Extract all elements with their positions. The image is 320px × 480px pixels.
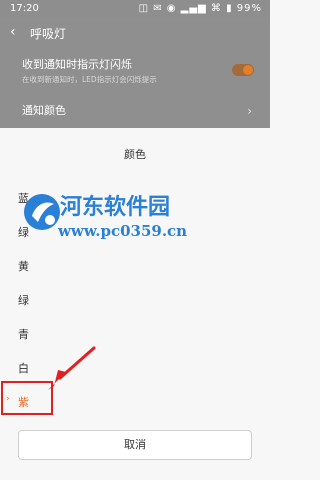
color-item-label: 白 bbox=[18, 362, 29, 375]
sheet-title: 颜色 bbox=[124, 148, 146, 161]
status-icons: ◫ ✉ ◉ ▂▄▆ ⌘ ▮ 99% bbox=[138, 3, 262, 14]
notification-color-label: 通知颜色 bbox=[22, 104, 66, 117]
title-bar: ‹ 呼吸灯 bbox=[0, 18, 270, 48]
back-icon[interactable]: ‹ bbox=[10, 24, 16, 40]
color-item-white[interactable]: 白 bbox=[0, 350, 270, 384]
color-item-cyan[interactable]: 青 bbox=[0, 316, 270, 350]
page-title: 呼吸灯 bbox=[30, 27, 67, 41]
watermark-title: 河东软件园 bbox=[60, 195, 171, 220]
notification-color-row[interactable]: 通知颜色 › bbox=[0, 98, 270, 126]
color-item-yellow[interactable]: 黄 bbox=[0, 248, 270, 282]
color-item-green-2[interactable]: 绿 bbox=[0, 282, 270, 316]
color-picker-sheet: 颜色 蓝 绿 黄 绿 青 白 › 紫 取消 bbox=[0, 128, 270, 480]
chevron-right-icon: › bbox=[247, 104, 252, 118]
cancel-button[interactable]: 取消 bbox=[18, 430, 252, 460]
highlight-box bbox=[1, 381, 53, 415]
toggle-knob bbox=[243, 65, 253, 75]
blink-setting-desc: 在收到新通知时，LED指示灯会闪烁提示 bbox=[22, 75, 157, 84]
blink-setting-label: 收到通知时指示灯闪烁 bbox=[22, 58, 132, 71]
color-item-label: 青 bbox=[18, 328, 29, 341]
blink-setting-row[interactable]: 收到通知时指示灯闪烁 在收到新通知时，LED指示灯会闪烁提示 bbox=[0, 52, 270, 94]
status-bar: 17:20 ◫ ✉ ◉ ▂▄▆ ⌘ ▮ 99% bbox=[0, 0, 270, 18]
watermark-url: www.pc0359.cn bbox=[58, 222, 188, 240]
color-item-label: 绿 bbox=[18, 294, 29, 307]
status-time: 17:20 bbox=[10, 3, 39, 14]
settings-page: ‹ 呼吸灯 收到通知时指示灯闪烁 在收到新通知时，LED指示灯会闪烁提示 通知颜… bbox=[0, 18, 270, 128]
color-item-label: 黄 bbox=[18, 260, 29, 273]
blink-toggle[interactable] bbox=[232, 64, 254, 76]
